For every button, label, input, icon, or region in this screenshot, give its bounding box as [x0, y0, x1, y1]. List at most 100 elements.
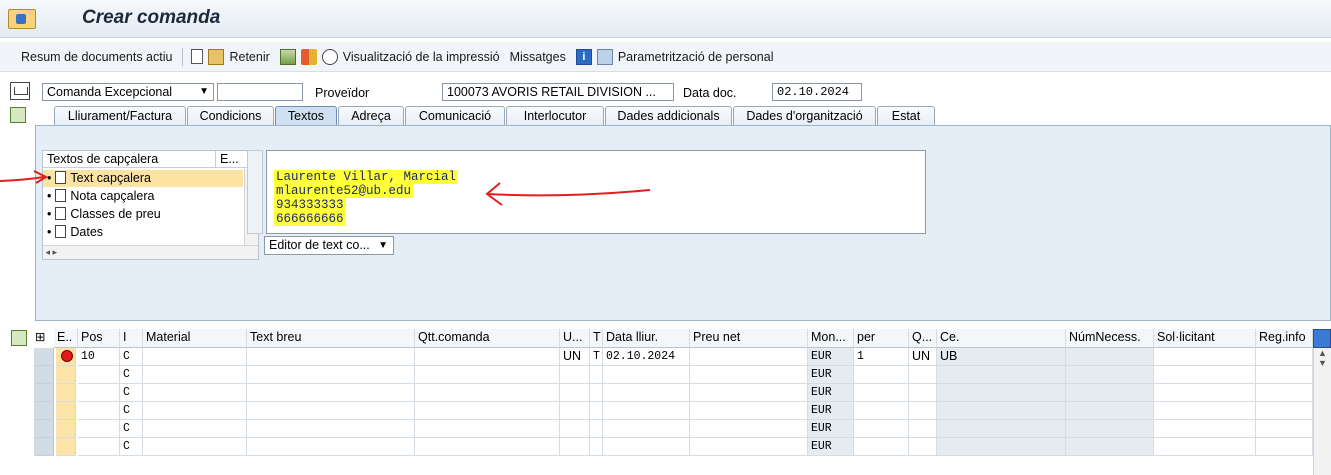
table-cell[interactable] [560, 402, 590, 420]
table-cell[interactable] [1256, 348, 1313, 366]
grid-vertical-scrollbar[interactable]: ▲ ▼ [1313, 348, 1331, 475]
table-cell[interactable] [143, 402, 247, 420]
table-cell[interactable] [603, 366, 690, 384]
col-header-currency[interactable]: Mon... [808, 329, 854, 348]
item-status-cell[interactable] [56, 438, 76, 456]
table-cell[interactable]: EUR [808, 366, 854, 384]
row-selector[interactable] [34, 438, 54, 456]
document-overview-button[interactable]: Resum de documents actiu [21, 50, 172, 64]
table-cell[interactable] [937, 384, 1066, 402]
item-status-cell[interactable] [56, 402, 76, 420]
table-cell[interactable] [560, 384, 590, 402]
table-cell[interactable] [1066, 366, 1154, 384]
table-cell[interactable] [78, 420, 120, 438]
table-cell[interactable] [1256, 384, 1313, 402]
col-header-pos[interactable]: Pos [78, 329, 120, 348]
table-cell[interactable] [1256, 402, 1313, 420]
table-cell[interactable]: EUR [808, 402, 854, 420]
grid-settings-icon[interactable]: ⊞ [32, 329, 54, 348]
row-selector[interactable] [34, 348, 54, 366]
col-header-plant[interactable]: Ce. [937, 329, 1066, 348]
table-cell[interactable]: UB [937, 348, 1066, 366]
create-document-icon[interactable] [191, 49, 204, 64]
row-selector[interactable] [34, 402, 54, 420]
col-header-info-record[interactable]: Reg.info [1256, 329, 1313, 348]
table-cell[interactable] [1256, 420, 1313, 438]
expand-header-icon[interactable] [10, 107, 26, 123]
table-cell[interactable] [1066, 384, 1154, 402]
table-cell[interactable] [78, 402, 120, 420]
table-cell[interactable] [603, 438, 690, 456]
table-cell[interactable] [854, 420, 909, 438]
check-icon[interactable] [279, 48, 296, 65]
row-selector[interactable] [34, 420, 54, 438]
table-cell[interactable]: 1 [854, 348, 909, 366]
editor-mode-select[interactable]: Editor de text co... ▼ [264, 236, 394, 255]
table-cell[interactable]: EUR [808, 348, 854, 366]
table-cell[interactable] [1256, 438, 1313, 456]
other-document-icon[interactable] [208, 48, 225, 65]
table-cell[interactable] [854, 438, 909, 456]
table-cell[interactable] [143, 384, 247, 402]
table-cell[interactable] [937, 366, 1066, 384]
tree-item-header-text[interactable]: • Text capçalera [43, 170, 243, 187]
table-cell[interactable] [603, 420, 690, 438]
row-selector[interactable] [34, 366, 54, 384]
doc-date-field[interactable]: 02.10.2024 [772, 83, 862, 101]
col-header-material[interactable]: Material [143, 329, 247, 348]
table-cell[interactable]: 10 [78, 348, 120, 366]
print-preview-small-icon[interactable] [300, 48, 317, 65]
table-cell[interactable] [415, 402, 560, 420]
cart-icon[interactable] [10, 82, 30, 100]
table-cell[interactable] [78, 384, 120, 402]
table-cell[interactable] [78, 438, 120, 456]
table-cell[interactable] [247, 366, 415, 384]
table-cell[interactable] [247, 384, 415, 402]
table-cell[interactable] [603, 402, 690, 420]
item-status-cell[interactable] [56, 420, 76, 438]
table-cell[interactable] [415, 420, 560, 438]
table-cell[interactable] [937, 420, 1066, 438]
table-cell[interactable]: C [120, 366, 143, 384]
table-cell[interactable] [909, 420, 937, 438]
col-header-requisition-number[interactable]: NúmNecess. [1066, 329, 1154, 348]
table-cell[interactable] [854, 366, 909, 384]
table-cell[interactable] [143, 438, 247, 456]
col-header-net-price[interactable]: Preu net [690, 329, 808, 348]
table-cell[interactable]: EUR [808, 384, 854, 402]
personal-settings-button[interactable]: Parametrització de personal [596, 48, 773, 65]
tab-delivery-invoice[interactable]: Lliurament/Factura [54, 106, 186, 126]
table-cell[interactable] [854, 402, 909, 420]
table-cell[interactable] [937, 438, 1066, 456]
row-selector[interactable] [34, 384, 54, 402]
table-cell[interactable] [1154, 438, 1256, 456]
table-cell[interactable] [1154, 402, 1256, 420]
tab-additional-data[interactable]: Dades addicionals [605, 106, 732, 126]
table-cell[interactable] [909, 402, 937, 420]
item-status-cell[interactable] [56, 366, 76, 384]
col-header-unit[interactable]: U... [560, 329, 590, 348]
tab-address[interactable]: Adreça [338, 106, 404, 126]
col-header-quantity[interactable]: Qtt.comanda [415, 329, 560, 348]
order-number-field[interactable] [217, 83, 303, 101]
table-cell[interactable] [590, 438, 603, 456]
table-cell[interactable] [1066, 348, 1154, 366]
col-header-i[interactable]: I [120, 329, 143, 348]
table-cell[interactable]: 02.10.2024 [603, 348, 690, 366]
col-header-e[interactable]: E.. [54, 329, 78, 348]
item-status-cell[interactable] [56, 384, 76, 402]
table-cell[interactable] [590, 366, 603, 384]
table-cell[interactable] [143, 420, 247, 438]
table-cell[interactable] [415, 438, 560, 456]
transaction-icon[interactable] [8, 9, 36, 29]
col-header-short-text[interactable]: Text breu [247, 329, 415, 348]
table-cell[interactable]: EUR [808, 438, 854, 456]
table-cell[interactable] [590, 402, 603, 420]
table-cell[interactable] [909, 366, 937, 384]
table-cell[interactable] [1066, 438, 1154, 456]
table-cell[interactable] [690, 420, 808, 438]
table-cell[interactable] [1154, 348, 1256, 366]
tab-texts[interactable]: Textos [275, 106, 337, 126]
table-cell[interactable] [560, 438, 590, 456]
table-cell[interactable] [603, 384, 690, 402]
